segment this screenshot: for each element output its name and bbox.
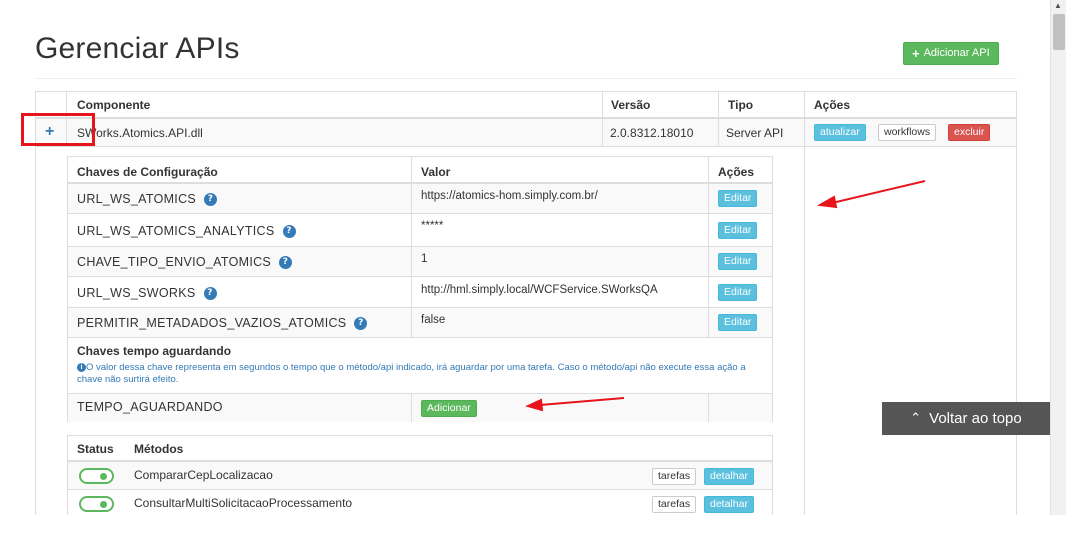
apis-table-header: Componente Versão Tipo Ações bbox=[36, 92, 1016, 119]
config-row: URL_WS_SWORKS? http://hml.simply.local/W… bbox=[68, 277, 772, 308]
waiting-key: TEMPO_AGUARDANDO bbox=[77, 400, 223, 414]
waiting-row: TEMPO_AGUARDANDO Adicionar bbox=[68, 394, 772, 422]
config-table-header: Chaves de Configuração Valor Ações bbox=[68, 157, 772, 184]
header-acoes-cfg: Ações bbox=[718, 165, 755, 179]
config-row: URL_WS_ATOMICS? https://atomics-hom.simp… bbox=[68, 184, 772, 214]
tarefas-button[interactable]: tarefas bbox=[652, 468, 697, 485]
config-value: ***** bbox=[421, 220, 444, 232]
workflows-button[interactable]: workflows bbox=[878, 124, 937, 141]
config-row: URL_WS_ATOMICS_ANALYTICS? ***** Editar bbox=[68, 214, 772, 247]
component-name: SWorks.Atomics.API.dll bbox=[77, 126, 203, 140]
config-row: PERMITIR_METADADOS_VAZIOS_ATOMICS? false… bbox=[68, 308, 772, 338]
config-key: PERMITIR_METADADOS_VAZIOS_ATOMICS bbox=[77, 316, 347, 330]
question-circle-icon[interactable]: ? bbox=[203, 286, 217, 300]
config-key: CHAVE_TIPO_ENVIO_ATOMICS bbox=[77, 255, 272, 269]
component-version: 2.0.8312.18010 bbox=[610, 126, 694, 140]
method-row: ConsultarMultiSolicitacaoProcessamento t… bbox=[68, 490, 772, 518]
config-value: 1 bbox=[421, 253, 428, 265]
header-tipo: Tipo bbox=[728, 98, 754, 112]
status-toggle[interactable] bbox=[79, 496, 114, 512]
annotation-highlight-box bbox=[21, 113, 95, 146]
scroll-thumb[interactable] bbox=[1053, 14, 1065, 50]
title-divider bbox=[35, 78, 1017, 79]
table-row: + SWorks.Atomics.API.dll 2.0.8312.18010 … bbox=[36, 119, 1016, 147]
edit-button[interactable]: Editar bbox=[718, 284, 758, 301]
scroll-up-arrow-icon[interactable]: ▲ bbox=[1054, 1, 1062, 11]
bottom-blank-area bbox=[0, 515, 1075, 559]
header-versao: Versão bbox=[611, 98, 651, 112]
add-api-button[interactable]: + Adicionar API bbox=[903, 42, 999, 65]
excluir-button[interactable]: excluir bbox=[948, 124, 991, 141]
edit-button[interactable]: Editar bbox=[718, 190, 758, 207]
question-circle-icon[interactable]: ? bbox=[204, 192, 218, 206]
config-key: URL_WS_ATOMICS_ANALYTICS bbox=[77, 224, 275, 238]
status-toggle[interactable] bbox=[79, 468, 114, 484]
add-api-label: Adicionar API bbox=[923, 47, 990, 59]
header-chaves: Chaves de Configuração bbox=[77, 165, 218, 179]
detalhar-button[interactable]: detalhar bbox=[704, 468, 754, 485]
config-value: false bbox=[421, 314, 446, 326]
vertical-scrollbar[interactable]: ▲ bbox=[1050, 0, 1066, 515]
question-circle-icon[interactable]: ? bbox=[354, 316, 368, 330]
config-row: CHAVE_TIPO_ENVIO_ATOMICS? 1 Editar bbox=[68, 247, 772, 277]
waiting-section: Chaves tempo aguardando iO valor dessa c… bbox=[68, 338, 772, 394]
detalhar-button[interactable]: detalhar bbox=[704, 496, 754, 513]
method-row: CompararCepLocalizacao tarefas detalhar bbox=[68, 462, 772, 490]
header-acoes: Ações bbox=[814, 98, 851, 112]
adicionar-button[interactable]: Adicionar bbox=[421, 400, 477, 417]
plus-icon: + bbox=[912, 46, 920, 61]
atualizar-button[interactable]: atualizar bbox=[814, 124, 866, 141]
waiting-section-note: iO valor dessa chave representa em segun… bbox=[77, 362, 767, 386]
edit-button[interactable]: Editar bbox=[718, 253, 758, 270]
config-key: URL_WS_ATOMICS bbox=[77, 192, 197, 206]
back-to-top-label: Voltar ao topo bbox=[929, 410, 1022, 427]
header-componente: Componente bbox=[77, 98, 151, 112]
back-to-top-button[interactable]: ⌃ Voltar ao topo bbox=[882, 402, 1050, 435]
waiting-section-title: Chaves tempo aguardando bbox=[77, 344, 232, 358]
waiting-note-text: O valor dessa chave representa em segund… bbox=[77, 362, 746, 385]
header-status: Status bbox=[77, 442, 114, 456]
method-name: ConsultarMultiSolicitacaoProcessamento bbox=[134, 496, 353, 510]
config-key: URL_WS_SWORKS bbox=[77, 286, 196, 300]
config-value: http://hml.simply.local/WCFService.SWork… bbox=[421, 284, 658, 296]
tarefas-button[interactable]: tarefas bbox=[652, 496, 697, 513]
question-circle-icon[interactable]: ? bbox=[279, 255, 293, 269]
page-title: Gerenciar APIs bbox=[35, 32, 240, 65]
edit-button[interactable]: Editar bbox=[718, 314, 758, 331]
header-valor: Valor bbox=[421, 165, 451, 179]
info-circle-icon: i bbox=[77, 362, 86, 372]
chevron-up-icon: ⌃ bbox=[910, 411, 922, 426]
component-type: Server API bbox=[726, 126, 784, 140]
method-name: CompararCepLocalizacao bbox=[134, 468, 273, 482]
methods-table: Status Métodos CompararCepLocalizacao ta… bbox=[67, 435, 773, 525]
config-keys-table: Chaves de Configuração Valor Ações URL_W… bbox=[67, 156, 773, 422]
edit-button[interactable]: Editar bbox=[718, 222, 758, 239]
config-value: https://atomics-hom.simply.com.br/ bbox=[421, 190, 598, 202]
header-metodos: Métodos bbox=[134, 442, 184, 456]
methods-table-header: Status Métodos bbox=[68, 436, 772, 462]
question-circle-icon[interactable]: ? bbox=[282, 224, 296, 238]
